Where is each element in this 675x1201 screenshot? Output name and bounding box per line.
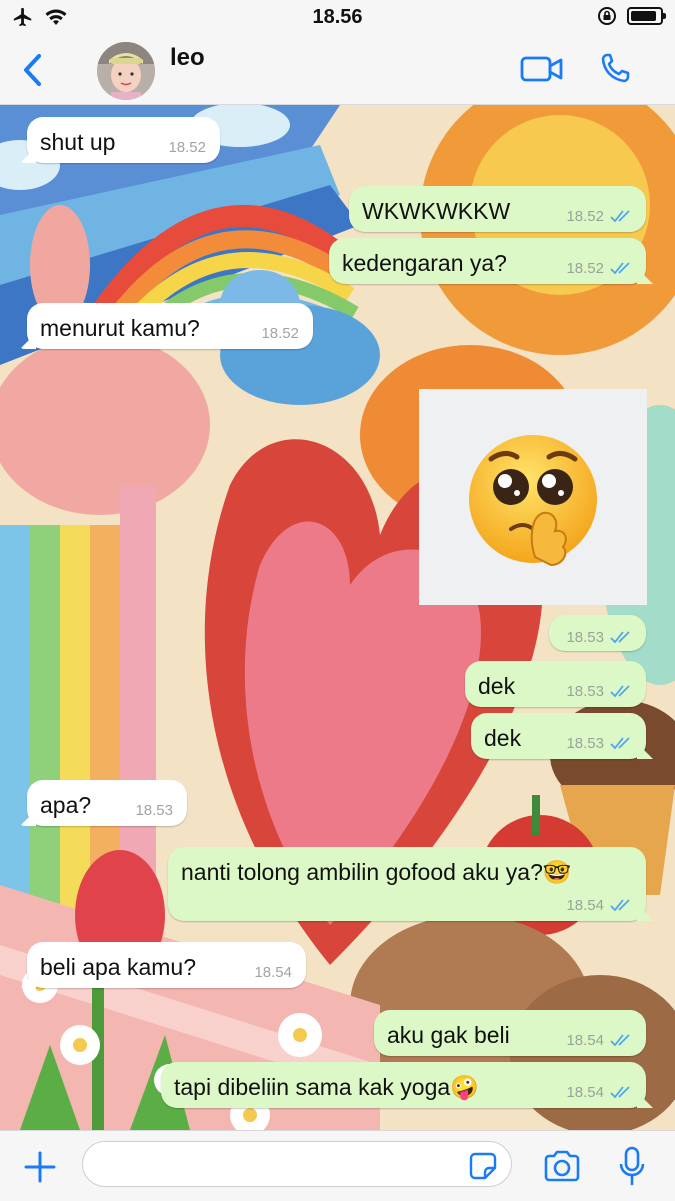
message-time: 18.54	[566, 897, 604, 914]
chat-header: leo	[0, 36, 675, 105]
message-time: 18.52	[168, 139, 206, 156]
message-bubble-incoming[interactable]: menurut kamu? 18.52	[27, 303, 313, 349]
message-time: 18.53	[566, 735, 604, 752]
sticker-timestamp-bubble: 18.53	[549, 615, 646, 651]
chat-area[interactable]: shut up 18.52 WKWKWKKW 18.52 kedengaran …	[0, 105, 675, 1130]
message-bubble-incoming[interactable]: beli apa kamu? 18.54	[27, 942, 306, 988]
plus-icon[interactable]	[20, 1147, 60, 1187]
read-ticks-icon	[610, 737, 630, 750]
message-time: 18.54	[254, 964, 292, 981]
message-time: 18.52	[566, 260, 604, 277]
message-text: WKWKWKKW	[362, 198, 511, 224]
message-time: 18.52	[566, 208, 604, 225]
message-bubble-outgoing[interactable]: nanti tolong ambilin gofood aku ya?🤓 18.…	[168, 847, 646, 921]
sticker-icon[interactable]	[468, 1151, 498, 1181]
message-text: kedengaran ya?	[342, 250, 507, 276]
message-bubble-outgoing[interactable]: WKWKWKKW 18.52	[349, 186, 646, 232]
contact-name[interactable]: leo	[170, 44, 205, 72]
message-bubble-outgoing[interactable]: aku gak beli 18.54	[374, 1010, 646, 1056]
read-ticks-icon	[610, 1034, 630, 1047]
microphone-icon[interactable]	[618, 1145, 646, 1187]
message-text: shut up	[40, 129, 116, 155]
message-time: 18.54	[566, 1032, 604, 1049]
status-right	[597, 6, 666, 26]
message-text: dek	[484, 725, 522, 751]
input-bar	[0, 1130, 675, 1201]
message-bubble-outgoing[interactable]: tapi dibeliin sama kak yoga🤪 18.54	[161, 1062, 646, 1108]
status-bar: 18.56	[0, 0, 675, 36]
message-time: 18.54	[566, 1084, 604, 1101]
message-bubble-outgoing[interactable]: kedengaran ya? 18.52	[329, 238, 646, 284]
read-ticks-icon	[610, 685, 630, 698]
message-text: nanti tolong ambilin gofood aku ya?🤓	[181, 859, 572, 885]
message-bubble-outgoing[interactable]: dek 18.53	[465, 661, 646, 707]
pleading-face-icon	[469, 435, 597, 567]
message-text: menurut kamu?	[40, 315, 200, 341]
battery-icon	[627, 7, 666, 25]
message-text: beli apa kamu?	[40, 954, 196, 980]
message-time: 18.53	[566, 683, 604, 700]
message-bubble-incoming[interactable]: apa? 18.53	[27, 780, 187, 826]
read-ticks-icon	[610, 631, 630, 644]
message-bubble-outgoing[interactable]: dek 18.53	[471, 713, 646, 759]
back-chevron-icon[interactable]	[16, 50, 50, 90]
read-ticks-icon	[610, 899, 630, 912]
read-ticks-icon	[610, 262, 630, 275]
message-input[interactable]	[82, 1141, 512, 1187]
avatar[interactable]	[97, 42, 155, 100]
lock-rotation-icon	[598, 7, 616, 25]
read-ticks-icon	[610, 210, 630, 223]
message-time: 18.53	[566, 629, 604, 646]
video-call-icon[interactable]	[519, 50, 565, 86]
message-text: dek	[478, 673, 516, 699]
message-bubble-incoming[interactable]: shut up 18.52	[27, 117, 220, 163]
message-text: apa?	[40, 792, 92, 818]
camera-icon[interactable]	[542, 1149, 582, 1183]
message-text: tapi dibeliin sama kak yoga🤪	[174, 1074, 479, 1100]
message-text: aku gak beli	[387, 1022, 510, 1048]
pleading-face-sticker[interactable]	[419, 389, 647, 605]
read-ticks-icon	[610, 1086, 630, 1099]
status-time: 18.56	[312, 6, 363, 28]
phone-icon[interactable]	[597, 50, 643, 86]
message-time: 18.52	[261, 325, 299, 342]
message-time: 18.53	[135, 802, 173, 819]
